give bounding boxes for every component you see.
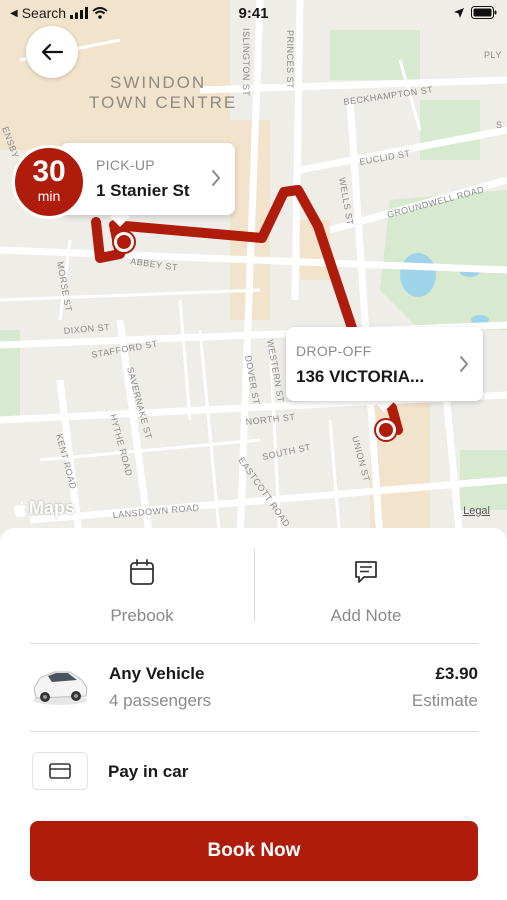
- svg-text:KENT ROAD: KENT ROAD: [54, 433, 78, 490]
- divider: [30, 731, 478, 732]
- svg-text:PRINCES ST: PRINCES ST: [285, 30, 295, 89]
- eta-badge: 30 min: [12, 145, 86, 219]
- car-image: [33, 671, 88, 705]
- status-time: 9:41: [238, 5, 269, 22]
- prebook-button[interactable]: Prebook: [30, 546, 254, 643]
- booking-sheet: Prebook Add Note Any Vehicle 4 passenger…: [0, 528, 507, 900]
- svg-text:DIXON ST: DIXON ST: [63, 322, 110, 336]
- arrow-left-icon: [41, 43, 63, 61]
- svg-text:MORSE ST: MORSE ST: [55, 261, 74, 313]
- vehicle-name: Any Vehicle: [109, 664, 205, 683]
- maps-logo: Maps: [13, 498, 75, 519]
- svg-text:UNION ST: UNION ST: [350, 435, 372, 483]
- credit-card-icon: [49, 763, 71, 779]
- pickup-address: 1 Stanier St: [96, 181, 190, 200]
- back-button[interactable]: [26, 26, 78, 78]
- pickup-label: PICK-UP: [96, 157, 155, 173]
- pickup-card[interactable]: PICK-UP 1 Stanier St: [60, 143, 235, 215]
- map-view[interactable]: ISLINGTON ST PRINCES ST BECKHAMPTON ST E…: [0, 0, 507, 540]
- add-note-label: Add Note: [330, 606, 402, 625]
- svg-text:WESTERN ST: WESTERN ST: [265, 339, 286, 404]
- svg-text:SOUTH ST: SOUTH ST: [261, 442, 312, 462]
- battery-icon: [471, 6, 497, 19]
- chevron-right-icon: [212, 170, 221, 186]
- divider: [30, 643, 478, 644]
- svg-text:S: S: [496, 120, 503, 130]
- dropoff-label: DROP-OFF: [296, 343, 372, 359]
- add-note-button[interactable]: Add Note: [254, 546, 478, 643]
- dropoff-pin: [374, 418, 398, 442]
- legal-link[interactable]: Legal: [463, 505, 490, 517]
- actions-divider: [254, 548, 255, 622]
- svg-text:HYTHE ROAD: HYTHE ROAD: [108, 413, 134, 477]
- svg-text:TOWN CENTRE: TOWN CENTRE: [89, 93, 237, 112]
- note-icon: [355, 561, 377, 583]
- vehicle-row[interactable]: Any Vehicle 4 passengers £3.90 Estimate: [30, 656, 478, 730]
- fare-estimate-label: Estimate: [411, 691, 478, 710]
- actions-row: Prebook Add Note: [30, 546, 478, 643]
- fare-price: £3.90: [435, 664, 478, 683]
- svg-text:NORTH ST: NORTH ST: [245, 412, 296, 427]
- book-now-button[interactable]: Book Now: [30, 821, 478, 881]
- status-bar: ◀ Search 9:41: [0, 0, 507, 28]
- payment-row[interactable]: Pay in car: [30, 750, 478, 794]
- prebook-label: Prebook: [110, 606, 174, 625]
- pickup-pin: [112, 230, 136, 254]
- calendar-icon: [130, 559, 154, 585]
- location-arrow-icon: [454, 7, 464, 18]
- area-label: SWINDON: [110, 73, 206, 92]
- eta-unit: min: [37, 188, 61, 204]
- map-canvas: ISLINGTON ST PRINCES ST BECKHAMPTON ST E…: [0, 0, 507, 540]
- chevron-right-icon: [460, 356, 469, 372]
- svg-text:LANSDOWN ROAD: LANSDOWN ROAD: [112, 502, 200, 520]
- payment-label: Pay in car: [108, 762, 189, 781]
- svg-text:PLY: PLY: [484, 50, 502, 60]
- payment-method-box: [32, 752, 88, 790]
- dropoff-address: 136 VICTORIA...: [296, 367, 425, 386]
- vehicle-passengers: 4 passengers: [109, 691, 212, 710]
- dropoff-card[interactable]: DROP-OFF 136 VICTORIA...: [286, 327, 483, 401]
- apple-logo-icon: [13, 500, 27, 517]
- status-icons: [453, 6, 497, 19]
- svg-text:ISLINGTON ST: ISLINGTON ST: [241, 28, 251, 96]
- eta-value: 30: [32, 155, 66, 188]
- maps-label: Maps: [29, 498, 76, 518]
